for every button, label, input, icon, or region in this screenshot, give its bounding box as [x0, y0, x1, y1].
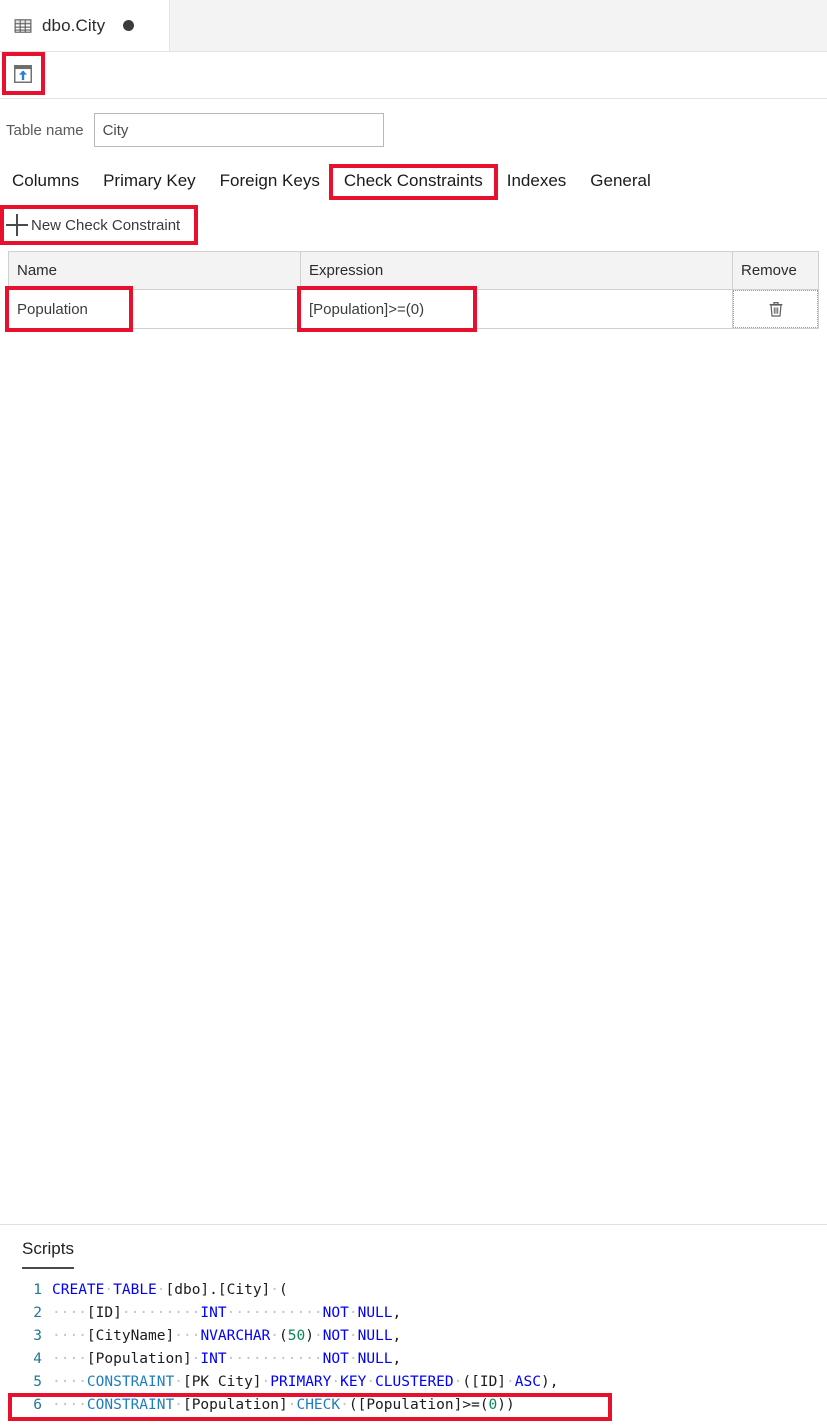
plus-icon	[6, 214, 28, 236]
designer-toolbar	[0, 52, 827, 99]
script-line: 4 ····[Population]·INT···········NOT·NUL…	[0, 1348, 827, 1371]
script-code-area[interactable]: 1 CREATE·TABLE·[dbo].[City]·( 2 ····[ID]…	[0, 1279, 827, 1417]
scripts-tab-row: Scripts	[0, 1225, 827, 1269]
table-name-row: Table name	[0, 99, 827, 157]
script-line-4: ····[Population]·INT···········NOT·NULL,	[52, 1351, 402, 1367]
script-line: 1 CREATE·TABLE·[dbo].[City]·(	[0, 1279, 827, 1302]
editor-tab-dbo-city[interactable]: dbo.City	[0, 0, 170, 51]
tab-foreign-keys[interactable]: Foreign Keys	[208, 167, 332, 197]
script-line-1: CREATE·TABLE·[dbo].[City]·(	[52, 1282, 288, 1298]
table-grid-icon	[14, 17, 32, 35]
column-header-expression: Expression	[301, 252, 733, 289]
script-line-2: ····[ID]·········INT···········NOT·NULL,	[52, 1305, 402, 1321]
editor-tab-strip: dbo.City	[0, 0, 827, 52]
constraint-name-cell[interactable]	[5, 286, 133, 332]
new-constraint-row: New Check Constraint	[0, 197, 827, 251]
check-constraints-grid: Name Expression Remove	[5, 251, 819, 332]
new-check-constraint-button[interactable]: New Check Constraint	[0, 205, 199, 245]
line-number: 2	[33, 1305, 42, 1321]
editor-tab-label: dbo.City	[42, 15, 106, 35]
new-check-constraint-label: New Check Constraint	[31, 216, 181, 234]
line-number: 6	[33, 1397, 42, 1413]
script-line-6: ····CONSTRAINT·[Population]·CHECK·([Popu…	[52, 1397, 515, 1413]
script-line: 5 ····CONSTRAINT·[PK City]·PRIMARY·KEY·C…	[0, 1371, 827, 1394]
publish-changes-button[interactable]	[6, 59, 40, 91]
script-line-3: ····[CityName]···NVARCHAR·(50)·NOT·NULL,	[52, 1328, 402, 1344]
publish-upload-icon	[12, 63, 34, 88]
script-line-5: ····CONSTRAINT·[PK City]·PRIMARY·KEY·CLU…	[52, 1374, 559, 1390]
designer-tab-bar: Columns Primary Key Foreign Keys Check C…	[0, 157, 827, 200]
table-name-label: Table name	[6, 121, 84, 139]
constraint-name-cell-wrap[interactable]	[5, 286, 301, 332]
tab-indexes[interactable]: Indexes	[495, 167, 579, 197]
column-header-name: Name	[9, 252, 301, 289]
grid-header-row: Name Expression Remove	[9, 252, 818, 290]
constraint-expression-cell[interactable]	[297, 286, 477, 332]
table-row[interactable]	[5, 286, 818, 332]
script-line: 2 ····[ID]·········INT···········NOT·NUL…	[0, 1302, 827, 1325]
script-line: 6 ····CONSTRAINT·[Population]·CHECK·([Po…	[0, 1394, 827, 1417]
tab-check-constraints[interactable]: Check Constraints	[328, 164, 498, 200]
script-line: 3 ····[CityName]···NVARCHAR·(50)·NOT·NUL…	[0, 1325, 827, 1348]
line-number: 5	[33, 1374, 42, 1390]
line-number: 1	[33, 1282, 42, 1298]
column-header-remove: Remove	[741, 262, 797, 279]
table-name-input[interactable]	[93, 113, 384, 147]
tab-scripts[interactable]: Scripts	[22, 1239, 74, 1269]
scripts-panel: Scripts 1 CREATE·TABLE·[dbo].[City]·( 2 …	[0, 1224, 827, 1425]
tab-columns[interactable]: Columns	[6, 167, 91, 197]
unsaved-changes-dot	[123, 20, 135, 31]
line-number: 3	[33, 1328, 42, 1344]
tab-general[interactable]: General	[578, 167, 662, 197]
line-number: 4	[33, 1351, 42, 1367]
trash-icon[interactable]	[763, 296, 789, 322]
constraint-expression-cell-wrap[interactable]	[297, 286, 733, 332]
tab-primary-key[interactable]: Primary Key	[91, 167, 208, 197]
constraint-remove-cell[interactable]	[733, 290, 818, 328]
